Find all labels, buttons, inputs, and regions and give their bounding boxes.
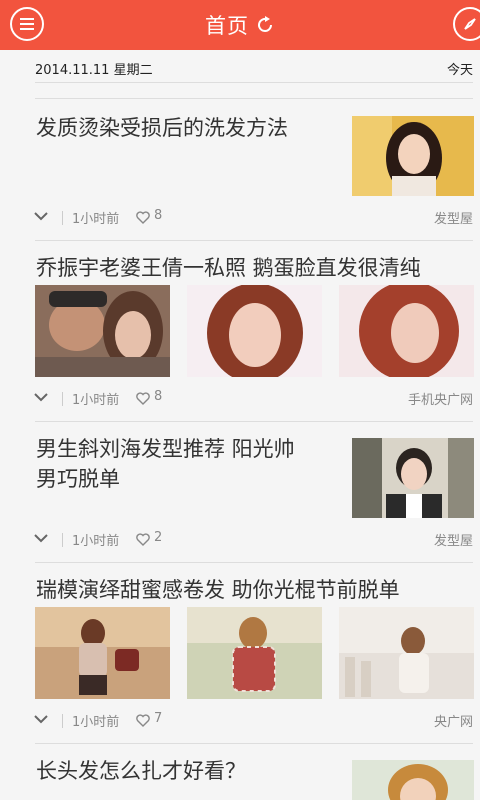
heart-icon[interactable]	[136, 714, 150, 727]
source-label[interactable]: 发型屋	[434, 530, 473, 549]
date-text: 2014.11.11 星期二	[35, 62, 153, 78]
article-meta: 1小时前 2 发型屋	[34, 530, 473, 550]
source-label[interactable]: 央广网	[434, 711, 473, 730]
divider	[62, 211, 63, 225]
compass-button[interactable]	[453, 7, 480, 41]
divider	[62, 533, 63, 547]
time-label: 1小时前	[72, 715, 120, 730]
source-label[interactable]: 发型屋	[434, 208, 473, 227]
article-title[interactable]: 长头发怎么扎才好看？	[36, 755, 246, 787]
top-bar: 首页	[0, 0, 480, 50]
like-count: 2	[154, 530, 163, 545]
divider	[35, 743, 473, 744]
divider	[35, 421, 473, 422]
article-title[interactable]: 发质烫染受损后的洗发方法	[36, 112, 288, 144]
heart-icon[interactable]	[136, 533, 150, 546]
article-image[interactable]	[339, 285, 474, 377]
chevron-down-icon[interactable]	[34, 392, 48, 402]
time-label: 1小时前	[72, 534, 120, 549]
article-title[interactable]: 乔振宇老婆王倩一私照 鹅蛋脸直发很清纯	[36, 252, 421, 284]
article-image[interactable]	[35, 607, 170, 699]
article-image[interactable]	[187, 607, 322, 699]
like-count: 8	[154, 389, 163, 404]
article-image[interactable]	[339, 607, 474, 699]
page-title: 首页	[205, 14, 249, 38]
chevron-down-icon[interactable]	[34, 714, 48, 724]
divider	[62, 392, 63, 406]
article-meta: 1小时前 7 央广网	[34, 711, 473, 731]
article-thumbnail[interactable]	[352, 116, 474, 196]
divider	[35, 240, 473, 241]
article-thumbnail[interactable]	[352, 438, 474, 518]
today-label[interactable]: 今天	[447, 59, 473, 78]
article-thumbnail[interactable]	[352, 760, 474, 800]
chevron-down-icon[interactable]	[34, 533, 48, 543]
header: 首页	[0, 0, 480, 50]
date-bar: 2014.11.11 星期二 今天	[35, 58, 473, 78]
heart-icon[interactable]	[136, 392, 150, 405]
divider	[62, 714, 63, 728]
like-count: 8	[154, 208, 163, 223]
chevron-down-icon[interactable]	[34, 211, 48, 221]
article-image[interactable]	[35, 285, 170, 377]
divider	[35, 98, 473, 99]
like-count: 7	[154, 711, 163, 726]
time-label: 1小时前	[72, 393, 120, 408]
source-label[interactable]: 手机央广网	[408, 389, 473, 408]
article-meta: 1小时前 8 发型屋	[34, 208, 473, 228]
compass-icon	[464, 18, 476, 30]
divider	[35, 82, 473, 83]
time-label: 1小时前	[72, 212, 120, 227]
divider	[35, 562, 473, 563]
article-image[interactable]	[187, 285, 322, 377]
article-meta: 1小时前 8 手机央广网	[34, 389, 473, 409]
article-title-line1[interactable]: 男生斜刘海发型推荐 阳光帅	[36, 433, 295, 465]
article-title[interactable]: 瑞模演绎甜蜜感卷发 助你光棍节前脱单	[36, 574, 400, 606]
article-title-line2[interactable]: 男巧脱单	[36, 463, 120, 495]
refresh-icon[interactable]	[255, 15, 275, 35]
heart-icon[interactable]	[136, 211, 150, 224]
